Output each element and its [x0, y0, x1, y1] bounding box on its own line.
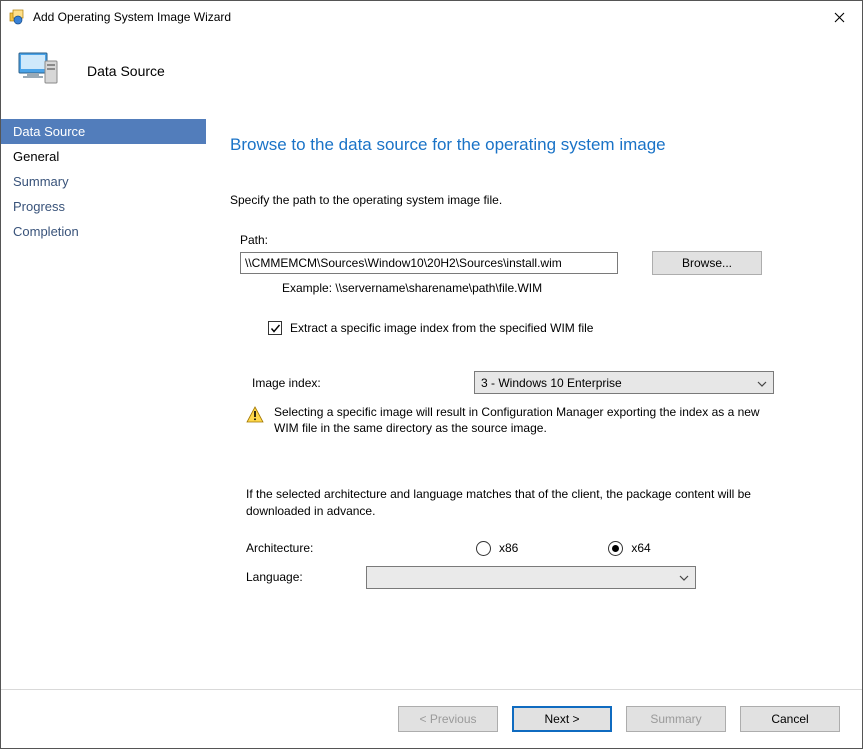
- radio-label: x64: [631, 541, 650, 555]
- image-index-select[interactable]: 3 - Windows 10 Enterprise: [474, 371, 774, 394]
- checkmark-icon: [270, 323, 281, 334]
- next-button[interactable]: Next >: [512, 706, 612, 732]
- nav-item-label: Data Source: [13, 124, 85, 139]
- wizard-page: Browse to the data source for the operat…: [206, 117, 862, 689]
- language-label: Language:: [246, 570, 366, 584]
- extract-index-checkbox[interactable]: [268, 321, 282, 335]
- window-title: Add Operating System Image Wizard: [33, 10, 816, 24]
- nav-item-label: Progress: [13, 199, 65, 214]
- warning-icon: [246, 406, 264, 424]
- extract-index-label: Extract a specific image index from the …: [290, 321, 593, 335]
- nav-item-general[interactable]: General: [1, 144, 206, 169]
- wizard-footer: < Previous Next > Summary Cancel: [1, 690, 862, 748]
- path-input[interactable]: [240, 252, 618, 274]
- arch-x86-radio[interactable]: x86: [476, 541, 518, 556]
- language-select[interactable]: [366, 566, 696, 589]
- radio-icon: [608, 541, 623, 556]
- radio-icon: [476, 541, 491, 556]
- arch-x64-radio[interactable]: x64: [608, 541, 650, 556]
- nav-item-label: Completion: [13, 224, 79, 239]
- architecture-group: x86 x64: [476, 541, 651, 556]
- architecture-label: Architecture:: [246, 541, 476, 555]
- wizard-header: Data Source: [1, 33, 862, 117]
- image-index-value: 3 - Windows 10 Enterprise: [481, 376, 622, 390]
- radio-label: x86: [499, 541, 518, 555]
- image-index-label: Image index:: [252, 376, 474, 390]
- wizard-body: Data Source General Summary Progress Com…: [1, 117, 862, 690]
- app-icon: [9, 9, 25, 25]
- example-text: Example: \\servername\sharename\path\fil…: [282, 281, 838, 295]
- computer-icon: [15, 47, 63, 95]
- cancel-button[interactable]: Cancel: [740, 706, 840, 732]
- chevron-down-icon: [679, 570, 689, 584]
- chevron-down-icon: [757, 376, 767, 390]
- previous-button[interactable]: < Previous: [398, 706, 498, 732]
- nav-item-data-source[interactable]: Data Source: [1, 119, 206, 144]
- nav-item-label: Summary: [13, 174, 69, 189]
- titlebar: Add Operating System Image Wizard: [1, 1, 862, 33]
- nav-item-completion[interactable]: Completion: [1, 219, 206, 244]
- step-heading: Data Source: [87, 63, 165, 79]
- close-button[interactable]: [816, 1, 862, 33]
- browse-button[interactable]: Browse...: [652, 251, 762, 275]
- path-label: Path:: [240, 233, 838, 247]
- nav-item-label: General: [13, 149, 59, 164]
- advance-download-text: If the selected architecture and languag…: [246, 486, 766, 518]
- instruction-text: Specify the path to the operating system…: [230, 193, 838, 207]
- page-title: Browse to the data source for the operat…: [230, 135, 838, 155]
- wizard-nav: Data Source General Summary Progress Com…: [1, 117, 206, 689]
- nav-item-progress[interactable]: Progress: [1, 194, 206, 219]
- close-icon: [834, 12, 845, 23]
- nav-item-summary[interactable]: Summary: [1, 169, 206, 194]
- wizard-window: Add Operating System Image Wizard Data S…: [0, 0, 863, 749]
- summary-button[interactable]: Summary: [626, 706, 726, 732]
- warning-text: Selecting a specific image will result i…: [274, 404, 784, 436]
